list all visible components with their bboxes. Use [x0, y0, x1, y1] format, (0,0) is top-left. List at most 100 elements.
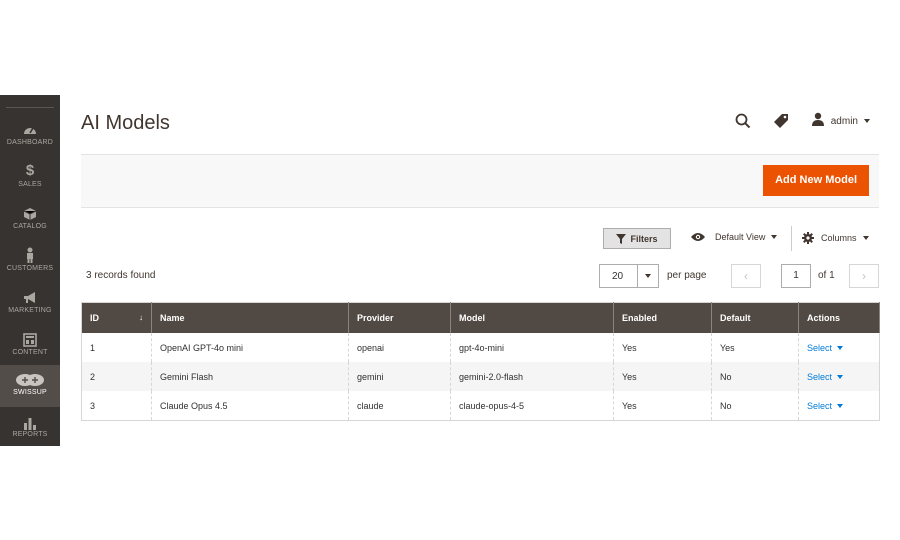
per-page-label: per page	[667, 270, 707, 281]
person-icon	[0, 245, 60, 265]
sidebar-item-catalog[interactable]: CATALOG	[0, 199, 60, 241]
sort-down-arrow-icon: ↓	[139, 313, 143, 322]
chevron-down-icon	[837, 346, 844, 351]
columns-dropdown[interactable]: Columns	[802, 232, 869, 244]
chevron-down-icon	[862, 236, 869, 240]
filters-button[interactable]: Filters	[603, 228, 671, 249]
models-grid: ID ↓ Name Provider Model Enabled Default…	[81, 302, 880, 421]
select-label: Select	[807, 400, 833, 411]
sidebar-item-dashboard[interactable]: DASHBOARD	[0, 115, 60, 157]
row-actions-select[interactable]: Select	[807, 400, 844, 411]
layout-icon	[0, 329, 60, 349]
row-actions-select[interactable]: Select	[807, 342, 844, 353]
column-header-model[interactable]: Model	[450, 302, 614, 333]
add-new-model-button[interactable]: Add New Model	[763, 165, 869, 196]
cell-name: Gemini Flash	[151, 362, 349, 391]
bar-chart-icon	[0, 411, 60, 431]
chevron-down-icon	[864, 119, 870, 123]
gear-icon	[802, 232, 814, 244]
previous-page-button[interactable]: ‹	[731, 264, 761, 288]
row-actions-select[interactable]: Select	[807, 371, 844, 382]
sidebar-item-label: SALES	[18, 181, 42, 188]
dashboard-icon	[0, 119, 60, 139]
cell-provider: claude	[348, 391, 451, 421]
sidebar-item-content[interactable]: CONTENT	[0, 325, 60, 367]
cell-name: OpenAI GPT-4o mini	[151, 333, 349, 362]
sidebar-item-marketing[interactable]: MARKETING	[0, 283, 60, 325]
sidebar-item-swissup[interactable]: SWISSUP	[0, 365, 60, 407]
cell-actions: Select	[798, 333, 880, 362]
sidebar-item-label: MARKETING	[8, 307, 52, 314]
column-header-label: ID	[90, 313, 99, 323]
cell-enabled: Yes	[613, 362, 712, 391]
table-row: 3 Claude Opus 4.5 claude claude-opus-4-5…	[82, 391, 880, 421]
admin-user-menu[interactable]: admin	[811, 112, 870, 131]
swissup-icon	[0, 369, 60, 389]
page-actions-bar: Add New Model	[81, 154, 879, 208]
column-header-default[interactable]: Default	[711, 302, 799, 333]
columns-label: Columns	[821, 233, 857, 243]
next-page-button[interactable]: ›	[849, 264, 879, 288]
select-label: Select	[807, 342, 833, 353]
column-header-id[interactable]: ID ↓	[81, 302, 152, 333]
cell-enabled: Yes	[613, 333, 712, 362]
header-actions: admin	[713, 112, 870, 130]
filter-funnel-icon	[616, 233, 627, 244]
sidebar-item-label: REPORTS	[12, 431, 48, 438]
page-number-input[interactable]: 1	[781, 264, 811, 288]
search-icon[interactable]	[735, 113, 751, 129]
select-label: Select	[807, 371, 833, 382]
cell-default: No	[711, 391, 799, 421]
chevron-down-icon	[771, 235, 778, 239]
sidebar-item-label: SWISSUP	[13, 389, 47, 396]
per-page-value: 20	[612, 271, 624, 282]
chevron-down-icon	[837, 375, 844, 380]
table-row: 1 OpenAI GPT-4o mini openai gpt-4o-mini …	[82, 333, 880, 362]
cell-enabled: Yes	[613, 391, 712, 421]
cell-default: Yes	[711, 333, 799, 362]
cell-id: 2	[81, 362, 152, 391]
admin-username: admin	[830, 115, 858, 127]
sidebar-item-label: CONTENT	[12, 349, 48, 356]
records-found-count: 3 records found	[86, 270, 156, 281]
view-label: Default View	[715, 232, 766, 242]
sidebar-item-label: DASHBOARD	[6, 139, 54, 146]
dollar-icon: $	[25, 162, 35, 179]
chevron-down-icon	[637, 265, 658, 287]
column-header-enabled[interactable]: Enabled	[613, 302, 712, 333]
chevron-right-icon: ›	[862, 269, 866, 283]
sidebar-item-label: CATALOG	[13, 223, 47, 230]
column-header-provider[interactable]: Provider	[348, 302, 451, 333]
sidebar-item-sales[interactable]: $ SALES	[0, 157, 60, 199]
eye-icon	[690, 232, 706, 242]
cell-actions: Select	[798, 362, 880, 391]
chevron-down-icon	[837, 404, 844, 409]
user-icon	[811, 112, 825, 131]
default-view-dropdown[interactable]: Default View	[690, 232, 778, 242]
sidebar-item-customers[interactable]: CUSTOMERS	[0, 241, 60, 283]
cell-model: gemini-2.0-flash	[450, 362, 614, 391]
sidebar-item-label: CUSTOMERS	[6, 265, 54, 272]
table-row: 2 Gemini Flash gemini gemini-2.0-flash Y…	[81, 362, 880, 391]
cell-name: Claude Opus 4.5	[151, 391, 349, 421]
cell-provider: openai	[348, 333, 451, 362]
cube-icon	[0, 203, 60, 223]
admin-sidebar: DASHBOARD $ SALES CATALOG CUSTOMERS MARK…	[0, 95, 60, 446]
cell-id: 1	[90, 342, 96, 353]
notifications-tag-icon[interactable]	[773, 113, 789, 129]
cell-id: 3	[90, 400, 96, 411]
page-total: of 1	[818, 270, 835, 281]
toolbar-divider	[791, 226, 792, 251]
sidebar-divider	[6, 107, 54, 108]
page-title: AI Models	[81, 112, 170, 134]
cell-model: gpt-4o-mini	[450, 333, 614, 362]
grid-header-row: ID ↓ Name Provider Model Enabled Default…	[81, 302, 880, 333]
column-header-name[interactable]: Name	[151, 302, 349, 333]
cell-model: claude-opus-4-5	[450, 391, 614, 421]
per-page-select[interactable]: 20	[599, 264, 659, 288]
column-header-actions: Actions	[798, 302, 880, 333]
sidebar-item-reports[interactable]: REPORTS	[0, 407, 60, 449]
cell-actions: Select	[798, 391, 880, 421]
cell-provider: gemini	[348, 362, 451, 391]
cell-default: No	[711, 362, 799, 391]
